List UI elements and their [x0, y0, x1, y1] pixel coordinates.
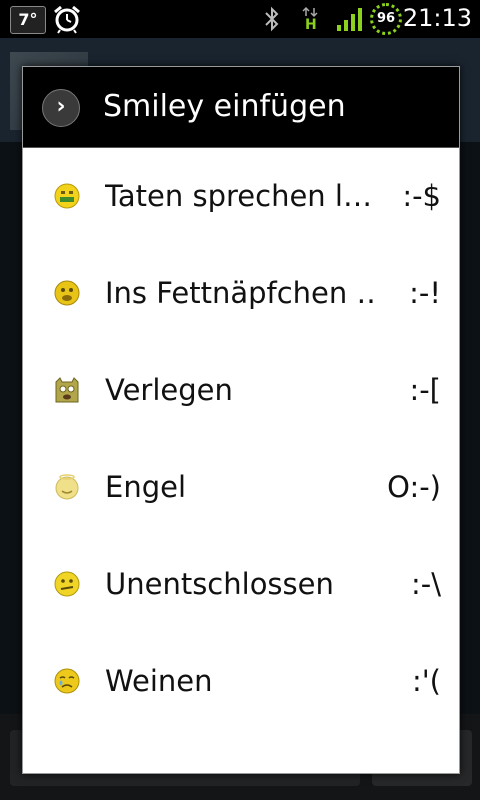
embarrassed-smiley-icon	[55, 377, 79, 403]
dialog-title: Smiley einfügen	[103, 89, 346, 124]
chevron-right-icon: ›	[42, 89, 80, 127]
clock: 21:13	[402, 4, 472, 32]
smiley-code: :-$	[402, 179, 441, 213]
signal-strength-icon	[337, 8, 362, 31]
smiley-row-money-mouth[interactable]: Taten sprechen l… :-$	[23, 148, 459, 245]
smiley-label: Verlegen	[105, 373, 233, 407]
temperature-badge: 7°	[10, 6, 46, 34]
smiley-row-angel[interactable]: Engel O:-)	[23, 439, 459, 536]
smiley-label: Weinen	[105, 664, 213, 698]
smiley-dialog: › Smiley einfügen Taten sprechen l… :-$ …	[22, 66, 460, 774]
money-mouth-smiley-icon	[54, 183, 80, 209]
smiley-code: :-!	[409, 276, 441, 310]
smiley-label: Taten sprechen l…	[105, 179, 372, 213]
battery-ring-icon: 96	[370, 3, 402, 35]
foot-in-mouth-smiley-icon	[54, 280, 80, 306]
smiley-row-embarrassed[interactable]: Verlegen :-[	[23, 342, 459, 439]
alarm-clock-icon	[54, 5, 80, 34]
crying-smiley-icon	[54, 668, 80, 694]
undecided-smiley-icon	[54, 571, 80, 597]
smiley-label: Engel	[105, 470, 187, 504]
smiley-list: Taten sprechen l… :-$ Ins Fettnäpfchen ……	[23, 148, 459, 730]
smiley-row-foot-in-mouth[interactable]: Ins Fettnäpfchen … :-!	[23, 245, 459, 342]
smiley-label: Unentschlossen	[105, 567, 334, 601]
smiley-code: :-\	[410, 567, 441, 601]
dialog-title-bar: › Smiley einfügen	[23, 67, 459, 148]
smiley-label: Ins Fettnäpfchen …	[105, 276, 375, 310]
smiley-row-undecided[interactable]: Unentschlossen :-\	[23, 536, 459, 633]
angel-smiley-icon	[55, 474, 79, 500]
data-type-label: H	[305, 17, 317, 33]
smiley-code: :'(	[411, 664, 441, 698]
smiley-code: O:-)	[387, 470, 441, 504]
status-bar: 7° H 96 21:13	[0, 0, 480, 38]
smiley-code: :-[	[409, 373, 441, 407]
smiley-row-crying[interactable]: Weinen :'(	[23, 633, 459, 730]
bluetooth-icon	[265, 6, 279, 32]
